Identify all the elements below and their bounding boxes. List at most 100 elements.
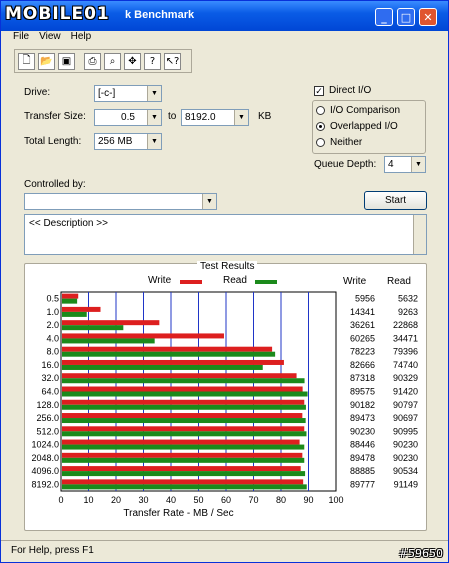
drive-select[interactable]: [-c-] ▼	[94, 85, 162, 102]
read-value: 90534	[393, 466, 418, 476]
x-tick-label: 100	[328, 495, 343, 505]
description-scrollbar[interactable]	[413, 215, 426, 254]
write-value: 5956	[355, 294, 375, 304]
chevron-down-icon[interactable]: ▼	[147, 110, 161, 125]
read-value: 74740	[393, 360, 418, 370]
neither-radio[interactable]: Neither	[316, 137, 362, 148]
unit-label: KB	[258, 111, 272, 122]
read-value: 34471	[393, 333, 418, 343]
write-value: 90230	[350, 426, 375, 436]
transfer-max-value: 8192.0	[185, 112, 216, 123]
neither-label: Neither	[330, 137, 363, 148]
y-tick-label: 0.5	[46, 294, 59, 304]
read-value: 79396	[393, 347, 418, 357]
write-bar	[62, 386, 303, 392]
write-bar	[62, 479, 304, 485]
transfer-size-label: Transfer Size:	[24, 111, 86, 122]
read-value: 90230	[393, 453, 418, 463]
title-bar[interactable]: MOBILE01 k Benchmark _ □ ✕	[1, 1, 448, 31]
read-value: 90329	[393, 373, 418, 383]
read-value: 90797	[393, 400, 418, 410]
open-folder-icon[interactable]: 📂	[38, 52, 55, 70]
read-bar	[62, 404, 306, 410]
description-text: << Description >>	[29, 218, 108, 229]
chevron-down-icon[interactable]: ▼	[202, 194, 216, 209]
chevron-down-icon[interactable]: ▼	[147, 86, 161, 101]
start-button[interactable]: Start	[364, 191, 427, 210]
write-value: 82666	[350, 360, 375, 370]
overlapped-io-radio[interactable]: Overlapped I/O	[316, 121, 398, 132]
io-comparison-radio[interactable]: I/O Comparison	[316, 105, 400, 116]
y-tick-label: 128.0	[36, 400, 59, 410]
y-tick-label: 256.0	[36, 413, 59, 423]
queue-depth-value: 4	[388, 159, 394, 170]
read-bar	[62, 471, 306, 477]
x-tick-label: 30	[138, 495, 148, 505]
write-bar	[62, 293, 79, 299]
write-bar	[62, 320, 160, 326]
menu-view[interactable]: View	[39, 31, 61, 47]
print-icon[interactable]: ⎙	[84, 52, 101, 70]
y-tick-label: 512.0	[36, 426, 59, 436]
save-icon[interactable]: ▣	[58, 52, 75, 70]
checkbox-checked-icon[interactable]: ✓	[314, 85, 324, 96]
y-tick-label: 4096.0	[31, 466, 59, 476]
queue-depth-select[interactable]: 4 ▼	[384, 156, 426, 173]
menu-bar: File View Help	[13, 31, 101, 47]
chevron-down-icon[interactable]: ▼	[411, 157, 425, 172]
read-bar	[62, 444, 305, 450]
read-bar	[62, 351, 276, 357]
help-icon[interactable]: ?	[144, 52, 161, 70]
total-length-value: 256 MB	[98, 136, 133, 147]
x-tick-label: 20	[111, 495, 121, 505]
controlled-by-select[interactable]: ▼	[24, 193, 217, 210]
drive-value: [-c-]	[98, 88, 116, 99]
read-bar	[62, 338, 155, 344]
write-bar	[62, 466, 301, 472]
print-preview-icon[interactable]: ⌕	[104, 52, 121, 70]
queue-depth-label: Queue Depth:	[314, 159, 377, 170]
test-results-panel: Test Results Write Read Write Read 0 10 20…	[24, 261, 427, 531]
write-value: 89473	[350, 413, 375, 423]
toolbar: 🗋 📂 ▣ ⎙ ⌕ ✥ ? ↖?	[14, 49, 192, 73]
radio-icon[interactable]	[316, 138, 325, 147]
transfer-min-select[interactable]: 0.5 ▼	[94, 109, 162, 126]
write-bar	[62, 346, 273, 352]
app-window: MOBILE01 k Benchmark _ □ ✕ File View Hel…	[0, 0, 449, 563]
radio-selected-icon[interactable]	[316, 122, 325, 131]
minimize-button[interactable]: _	[375, 8, 393, 26]
write-bar	[62, 306, 101, 312]
chevron-down-icon[interactable]: ▼	[234, 110, 248, 125]
transfer-rate-chart: 0 10 20 30 40 50 60 70 80 90 100 0.5 5956 5632 1.0 1434…	[31, 291, 418, 519]
close-button[interactable]: ✕	[419, 8, 437, 26]
menu-help[interactable]: Help	[71, 31, 92, 47]
read-value: 22868	[393, 320, 418, 330]
radio-icon[interactable]	[316, 106, 325, 115]
maximize-button[interactable]: □	[397, 8, 415, 26]
write-value: 36261	[350, 320, 375, 330]
io-comparison-label: I/O Comparison	[330, 105, 401, 116]
y-tick-label: 32.0	[41, 373, 59, 383]
x-tick-label: 60	[221, 495, 231, 505]
description-field[interactable]: << Description >>	[24, 214, 427, 255]
new-file-icon[interactable]: 🗋	[18, 52, 35, 70]
y-tick-label: 64.0	[41, 387, 59, 397]
menu-file[interactable]: File	[13, 31, 29, 47]
drive-label: Drive:	[24, 87, 51, 98]
y-tick-label: 1024.0	[31, 440, 59, 450]
x-tick-label: 10	[83, 495, 93, 505]
move-icon[interactable]: ✥	[124, 52, 141, 70]
read-bar	[62, 391, 308, 397]
direct-io-checkbox[interactable]: ✓ Direct I/O	[314, 85, 371, 96]
chevron-down-icon[interactable]: ▼	[147, 134, 161, 149]
write-bar	[62, 359, 284, 365]
read-bar	[62, 418, 306, 424]
status-text: For Help, press F1	[11, 545, 94, 556]
total-length-select[interactable]: 256 MB ▼	[94, 133, 162, 150]
read-bar	[62, 325, 124, 331]
write-value: 14341	[350, 307, 375, 317]
context-help-icon[interactable]: ↖?	[164, 52, 181, 70]
y-tick-label: 2.0	[46, 320, 59, 330]
transfer-max-select[interactable]: 8192.0 ▼	[181, 109, 249, 126]
read-bar	[62, 311, 87, 317]
